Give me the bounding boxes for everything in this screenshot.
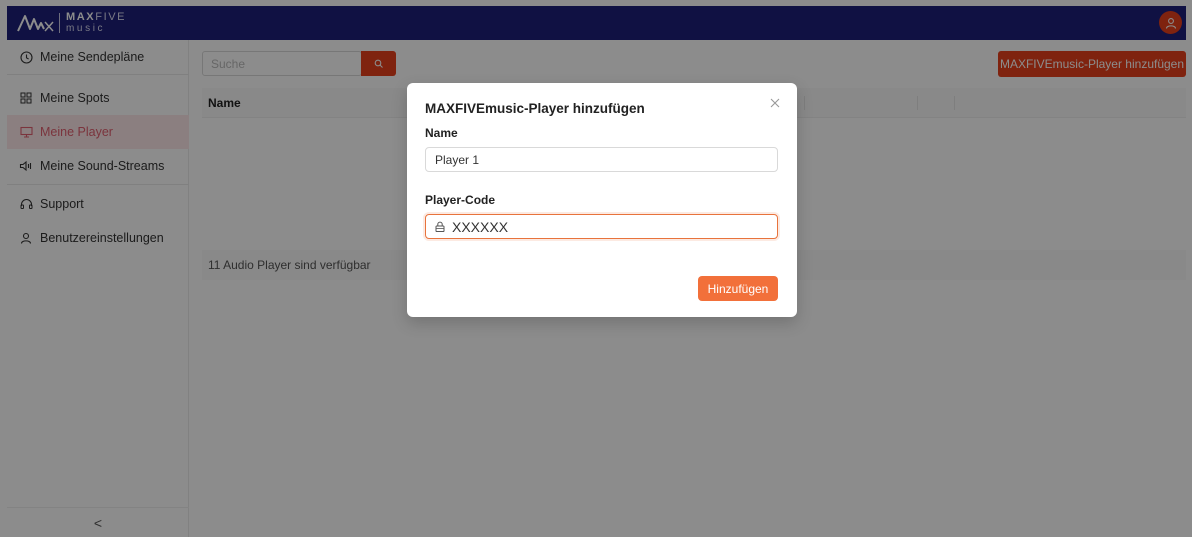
add-player-dialog: MAXFIVEmusic-Player hinzufügen Name Play… xyxy=(407,83,797,317)
name-value: Player 1 xyxy=(435,152,480,167)
close-icon xyxy=(770,98,780,108)
player-code-value: XXXXXX xyxy=(452,218,509,235)
submit-button[interactable]: Hinzufügen xyxy=(698,276,778,301)
player-code-field[interactable]: XXXXXX xyxy=(425,214,778,239)
dialog-title: MAXFIVEmusic-Player hinzufügen xyxy=(425,101,645,116)
name-field[interactable]: Player 1 xyxy=(425,147,778,172)
name-label: Name xyxy=(425,126,458,140)
player-code-label: Player-Code xyxy=(425,193,496,207)
close-button[interactable] xyxy=(767,95,783,111)
lock-icon xyxy=(435,221,445,232)
